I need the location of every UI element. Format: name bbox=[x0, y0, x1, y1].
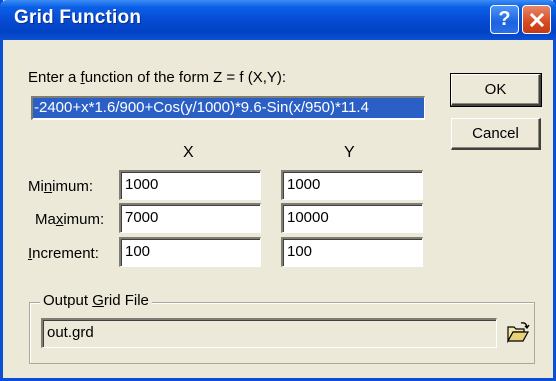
open-folder-icon bbox=[506, 322, 530, 344]
increment-x-input[interactable]: 100 bbox=[119, 237, 261, 267]
help-icon: ? bbox=[498, 8, 511, 30]
ok-button[interactable]: OK bbox=[450, 73, 542, 107]
minimum-label: Minimum: bbox=[28, 178, 93, 195]
maximum-label: Maximum: bbox=[35, 211, 104, 228]
close-icon bbox=[529, 12, 544, 27]
grid-function-dialog: Grid Function ? Enter a function of the … bbox=[0, 0, 556, 381]
cancel-label: Cancel bbox=[472, 125, 519, 142]
maximum-label-pre: Ma bbox=[35, 211, 56, 228]
ok-label: OK bbox=[484, 81, 507, 98]
output-mnemonic: G bbox=[92, 292, 104, 309]
increment-label-post: ncrement: bbox=[32, 245, 99, 262]
output-file-field[interactable]: out.grd bbox=[41, 318, 497, 348]
prompt-text-after: unction of the form Z = f (X,Y): bbox=[84, 69, 287, 86]
minimum-label-post: imum: bbox=[52, 178, 94, 195]
minimum-y-input[interactable]: 1000 bbox=[281, 170, 423, 200]
help-button[interactable]: ? bbox=[490, 5, 519, 34]
browse-button[interactable] bbox=[505, 320, 531, 346]
minimum-mnemonic: n bbox=[43, 178, 53, 195]
output-legend-post: rid File bbox=[103, 292, 149, 309]
minimum-x-input[interactable]: 1000 bbox=[119, 170, 261, 200]
maximum-label-post: imum: bbox=[63, 211, 105, 228]
output-grid-file-legend: Output Grid File bbox=[40, 292, 152, 309]
prompt-text-before: Enter a bbox=[28, 69, 81, 86]
minimum-label-pre: Mi bbox=[28, 178, 44, 195]
title-bar[interactable]: Grid Function ? bbox=[0, 0, 556, 40]
function-input[interactable]: -2400+x*1.6/900+Cos(y/1000)*9.6-Sin(x/95… bbox=[31, 96, 425, 120]
function-input-value: -2400+x*1.6/900+Cos(y/1000)*9.6-Sin(x/95… bbox=[33, 98, 424, 118]
output-legend-pre: Output bbox=[43, 292, 93, 309]
window-title: Grid Function bbox=[14, 7, 142, 28]
close-button[interactable] bbox=[522, 5, 551, 34]
maximum-x-input[interactable]: 7000 bbox=[119, 203, 261, 233]
increment-y-input[interactable]: 100 bbox=[281, 237, 423, 267]
y-column-header: Y bbox=[344, 144, 355, 161]
increment-label: Increment: bbox=[28, 245, 99, 262]
cancel-button[interactable]: Cancel bbox=[451, 118, 541, 150]
maximum-y-input[interactable]: 10000 bbox=[281, 203, 423, 233]
function-prompt-label: Enter a function of the form Z = f (X,Y)… bbox=[28, 69, 286, 86]
x-column-header: X bbox=[183, 144, 194, 161]
